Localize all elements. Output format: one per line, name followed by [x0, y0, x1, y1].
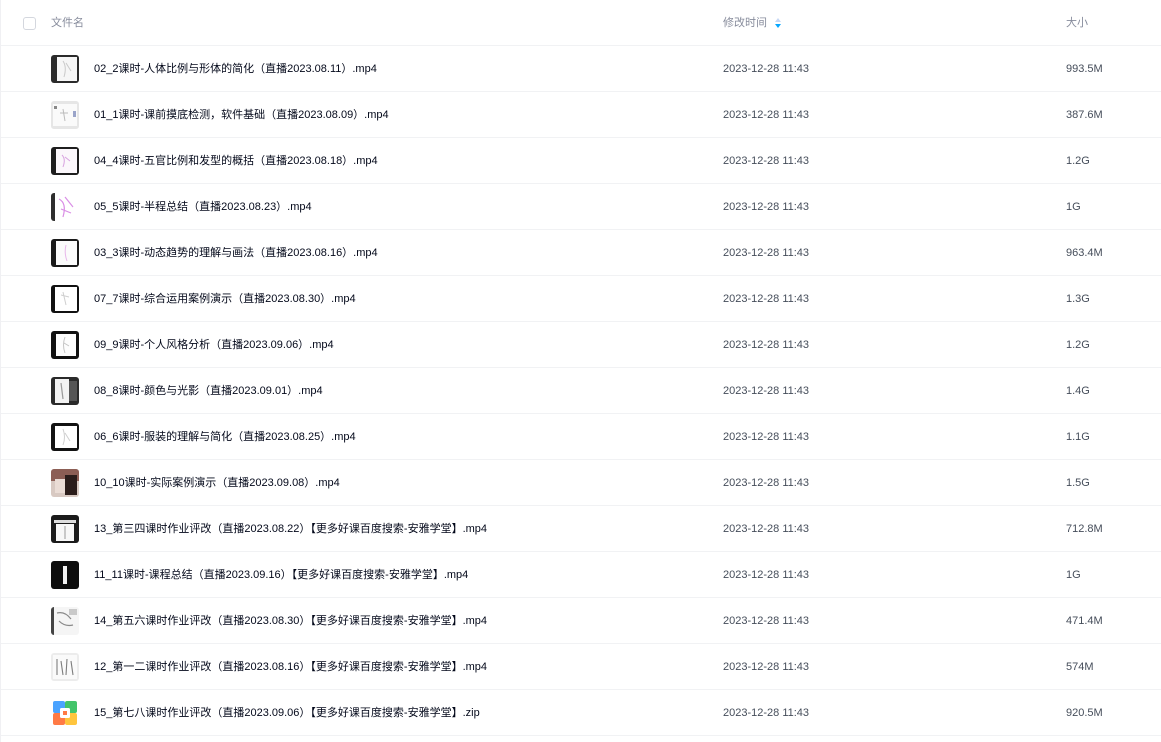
- file-row[interactable]: 15_第七八课时作业评改（直播2023.09.06）【更多好课百度搜索-安雅学堂…: [1, 690, 1161, 736]
- file-row[interactable]: 03_3课时-动态趋势的理解与画法（直播2023.08.16）.mp4 2023…: [1, 230, 1161, 276]
- file-row[interactable]: 13_第三四课时作业评改（直播2023.08.22）【更多好课百度搜索-安雅学堂…: [1, 506, 1161, 552]
- video-thumbnail-icon: [51, 607, 79, 635]
- file-size: 471.4M: [1066, 615, 1103, 627]
- file-name[interactable]: 03_3课时-动态趋势的理解与画法（直播2023.08.16）.mp4: [94, 246, 378, 260]
- file-row[interactable]: 09_9课时-个人风格分析（直播2023.09.06）.mp4 2023-12-…: [1, 322, 1161, 368]
- video-thumbnail-icon: [51, 331, 79, 359]
- file-row[interactable]: 04_4课时-五官比例和发型的概括（直播2023.08.18）.mp4 2023…: [1, 138, 1161, 184]
- file-row[interactable]: 05_5课时-半程总结（直播2023.08.23）.mp4 2023-12-28…: [1, 184, 1161, 230]
- file-modified-time: 2023-12-28 11:43: [723, 477, 810, 489]
- file-modified-time: 2023-12-28 11:43: [723, 155, 810, 167]
- file-name[interactable]: 09_9课时-个人风格分析（直播2023.09.06）.mp4: [94, 338, 334, 352]
- file-list: 文件名 修改时间 大小 02_2课时-人体比例与形体的简化（直播2023.08.…: [0, 0, 1161, 742]
- file-modified-time: 2023-12-28 11:43: [723, 339, 810, 351]
- file-size: 1G: [1066, 569, 1081, 581]
- video-thumbnail-icon: [51, 193, 79, 221]
- video-thumbnail-icon: [51, 423, 79, 451]
- file-modified-time: 2023-12-28 11:43: [723, 569, 810, 581]
- file-name[interactable]: 04_4课时-五官比例和发型的概括（直播2023.08.18）.mp4: [94, 154, 378, 168]
- file-size: 574M: [1066, 661, 1094, 673]
- file-modified-time: 2023-12-28 11:43: [723, 293, 810, 305]
- file-size: 1.3G: [1066, 293, 1090, 305]
- file-name[interactable]: 02_2课时-人体比例与形体的简化（直播2023.08.11）.mp4: [94, 62, 377, 76]
- file-name[interactable]: 01_1课时-课前摸底检测，软件基础（直播2023.08.09）.mp4: [94, 108, 389, 122]
- file-size: 920.5M: [1066, 707, 1103, 719]
- video-thumbnail-icon: [51, 653, 79, 681]
- file-modified-time: 2023-12-28 11:43: [723, 431, 810, 443]
- file-name[interactable]: 15_第七八课时作业评改（直播2023.09.06）【更多好课百度搜索-安雅学堂…: [94, 706, 480, 720]
- file-size: 712.8M: [1066, 523, 1103, 535]
- file-name[interactable]: 12_第一二课时作业评改（直播2023.08.16）【更多好课百度搜索-安雅学堂…: [94, 660, 487, 674]
- file-size: 963.4M: [1066, 247, 1103, 259]
- file-name[interactable]: 14_第五六课时作业评改（直播2023.08.30）【更多好课百度搜索-安雅学堂…: [94, 614, 487, 628]
- video-thumbnail-icon: [51, 515, 79, 543]
- column-header-filename[interactable]: 文件名: [51, 16, 84, 30]
- file-list-header: 文件名 修改时间 大小: [1, 0, 1161, 46]
- file-name[interactable]: 10_10课时-实际案例演示（直播2023.09.08）.mp4: [94, 476, 340, 490]
- video-thumbnail-icon: [51, 239, 79, 267]
- video-thumbnail-icon: [51, 285, 79, 313]
- file-name[interactable]: 13_第三四课时作业评改（直播2023.08.22）【更多好课百度搜索-安雅学堂…: [94, 522, 487, 536]
- file-name[interactable]: 06_6课时-服装的理解与简化（直播2023.08.25）.mp4: [94, 430, 356, 444]
- file-size: 1.2G: [1066, 339, 1090, 351]
- file-row[interactable]: 12_第一二课时作业评改（直播2023.08.16）【更多好课百度搜索-安雅学堂…: [1, 644, 1161, 690]
- file-size: 1.1G: [1066, 431, 1090, 443]
- file-row[interactable]: 01_1课时-课前摸底检测，软件基础（直播2023.08.09）.mp4 202…: [1, 92, 1161, 138]
- video-thumbnail-icon: [51, 561, 79, 589]
- sort-icon[interactable]: [774, 17, 782, 29]
- file-name[interactable]: 11_11课时-课程总结（直播2023.09.16）【更多好课百度搜索-安雅学堂…: [94, 568, 468, 582]
- file-modified-time: 2023-12-28 11:43: [723, 247, 810, 259]
- video-thumbnail-icon: [51, 469, 79, 497]
- file-row[interactable]: 10_10课时-实际案例演示（直播2023.09.08）.mp4 2023-12…: [1, 460, 1161, 506]
- file-name[interactable]: 05_5课时-半程总结（直播2023.08.23）.mp4: [94, 200, 312, 214]
- file-modified-time: 2023-12-28 11:43: [723, 109, 810, 121]
- video-thumbnail-icon: [51, 147, 79, 175]
- file-size: 1.5G: [1066, 477, 1090, 489]
- file-row[interactable]: 14_第五六课时作业评改（直播2023.08.30）【更多好课百度搜索-安雅学堂…: [1, 598, 1161, 644]
- file-modified-time: 2023-12-28 11:43: [723, 385, 810, 397]
- file-size: 1.4G: [1066, 385, 1090, 397]
- file-row[interactable]: 06_6课时-服装的理解与简化（直播2023.08.25）.mp4 2023-1…: [1, 414, 1161, 460]
- file-size: 993.5M: [1066, 63, 1103, 75]
- file-row[interactable]: 08_8课时-颜色与光影（直播2023.09.01）.mp4 2023-12-2…: [1, 368, 1161, 414]
- file-size: 1G: [1066, 201, 1081, 213]
- file-size: 1.2G: [1066, 155, 1090, 167]
- file-modified-time: 2023-12-28 11:43: [723, 615, 810, 627]
- video-thumbnail-icon: [51, 377, 79, 405]
- file-modified-time: 2023-12-28 11:43: [723, 523, 810, 535]
- file-modified-time: 2023-12-28 11:43: [723, 63, 810, 75]
- select-all-checkbox[interactable]: [23, 17, 36, 30]
- file-name[interactable]: 07_7课时-综合运用案例演示（直播2023.08.30）.mp4: [94, 292, 356, 306]
- video-thumbnail-icon: [51, 101, 79, 129]
- file-size: 387.6M: [1066, 109, 1103, 121]
- file-name[interactable]: 08_8课时-颜色与光影（直播2023.09.01）.mp4: [94, 384, 323, 398]
- file-modified-time: 2023-12-28 11:43: [723, 707, 810, 719]
- file-row[interactable]: 07_7课时-综合运用案例演示（直播2023.08.30）.mp4 2023-1…: [1, 276, 1161, 322]
- file-row[interactable]: 02_2课时-人体比例与形体的简化（直播2023.08.11）.mp4 2023…: [1, 46, 1161, 92]
- file-modified-time: 2023-12-28 11:43: [723, 661, 810, 673]
- column-header-size[interactable]: 大小: [1066, 16, 1088, 30]
- video-thumbnail-icon: [51, 55, 79, 83]
- column-header-modified-time[interactable]: 修改时间: [723, 16, 767, 30]
- file-row[interactable]: 11_11课时-课程总结（直播2023.09.16）【更多好课百度搜索-安雅学堂…: [1, 552, 1161, 598]
- zip-archive-icon: [51, 699, 79, 727]
- file-modified-time: 2023-12-28 11:43: [723, 201, 810, 213]
